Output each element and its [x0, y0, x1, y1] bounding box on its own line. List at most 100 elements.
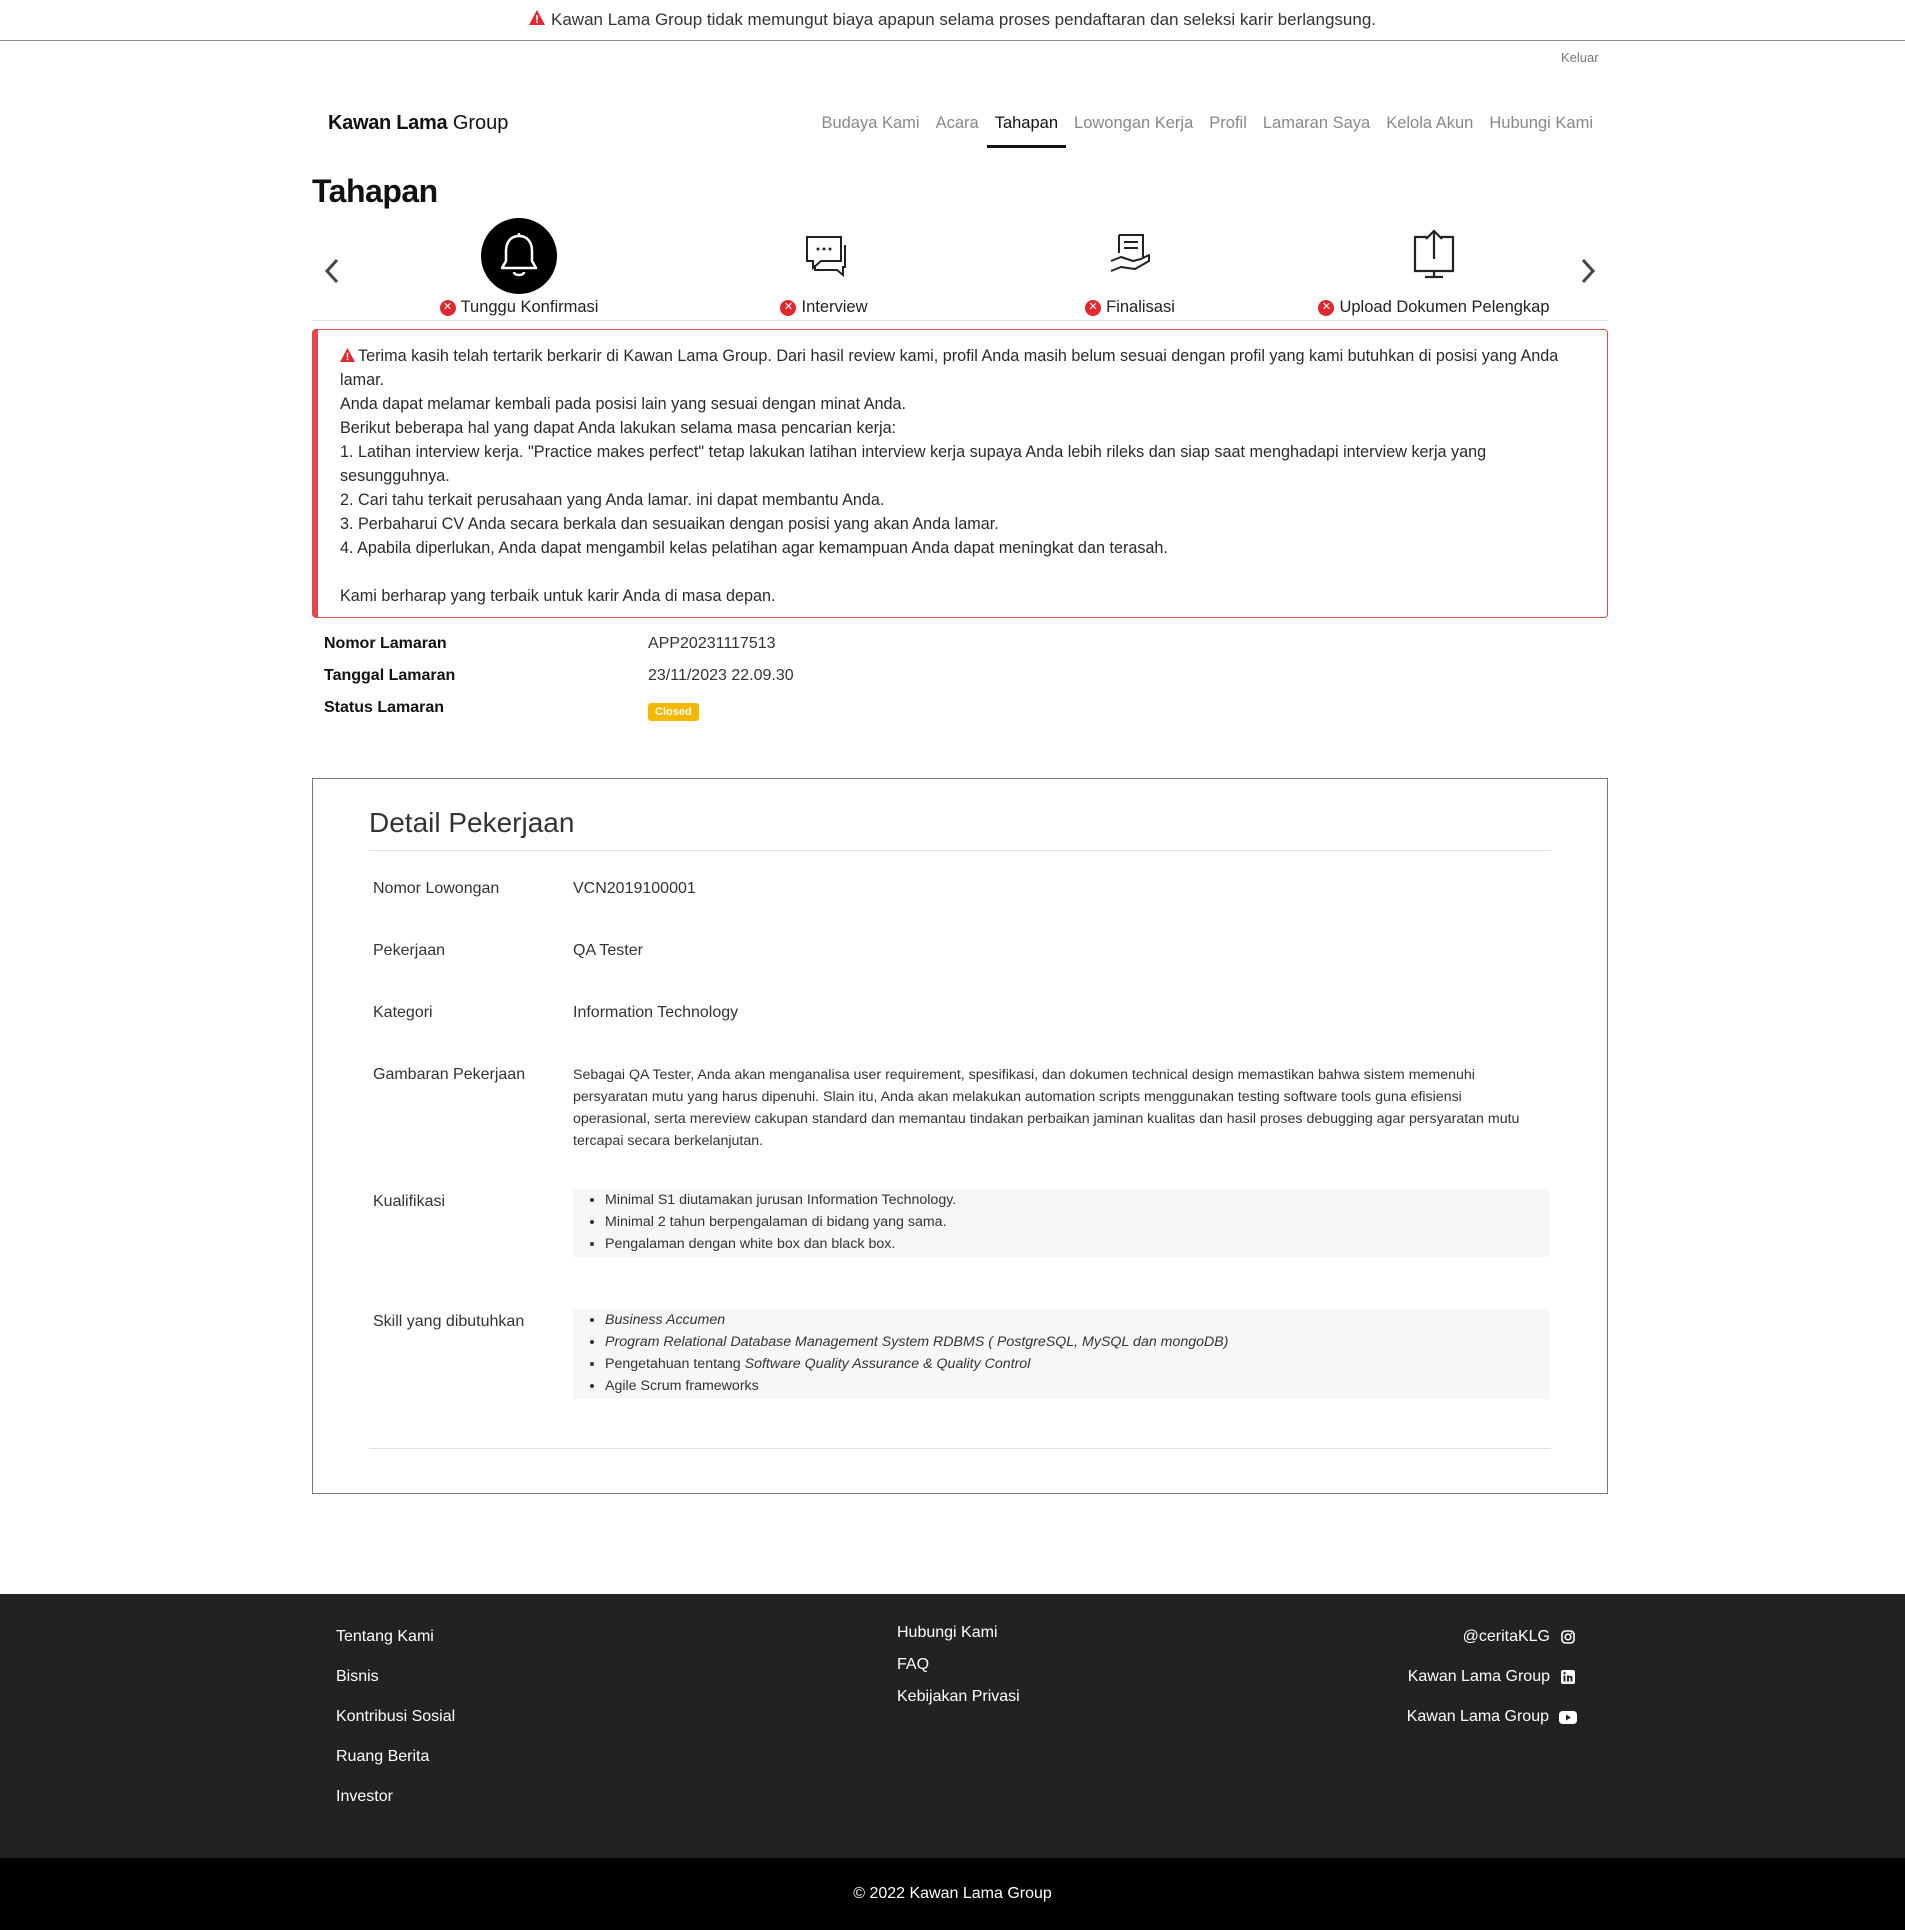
- skill-prefix: Pengetahuan tentang: [605, 1356, 745, 1372]
- divider: [369, 1448, 1551, 1449]
- social-label: Kawan Lama Group: [1406, 1708, 1549, 1725]
- warning-icon: [340, 347, 358, 365]
- footer-link-kontribusi-sosial[interactable]: Kontribusi Sosial: [336, 1708, 455, 1726]
- step-label: Upload Dokumen Pelengkap: [1339, 298, 1550, 316]
- step-upload-dokumen[interactable]: ✕ Upload Dokumen Pelengkap: [1284, 218, 1584, 317]
- footer-link-bisnis[interactable]: Bisnis: [336, 1668, 379, 1686]
- vacancy-label: Nomor Lowongan: [373, 880, 500, 897]
- step-interview[interactable]: ✕ Interview: [674, 218, 974, 317]
- top-notice-text: Kawan Lama Group tidak memungut biaya ap…: [551, 10, 1376, 29]
- copyright-text: © 2022 Kawan Lama Group: [853, 1885, 1052, 1902]
- list-item: Business Accumen: [605, 1309, 1549, 1331]
- job-detail-card: Detail Pekerjaan Nomor Lowongan VCN20191…: [312, 778, 1608, 1494]
- job-label: Pekerjaan: [373, 942, 446, 959]
- social-instagram[interactable]: @ceritaKLG: [1463, 1628, 1575, 1646]
- application-date-label: Tanggal Lamaran: [324, 667, 456, 684]
- carousel-prev-button[interactable]: [320, 256, 344, 286]
- description-value: Sebagai QA Tester, Anda akan menganalisa…: [573, 1067, 1520, 1149]
- social-youtube[interactable]: Kawan Lama Group: [1407, 1708, 1577, 1726]
- nav-tahapan[interactable]: Tahapan: [986, 112, 1067, 148]
- list-item: Minimal 2 tahun berpengalaman di bidang …: [605, 1211, 1549, 1233]
- skills-label: Skill yang dibutuhkan: [373, 1313, 525, 1330]
- chevron-left-icon: [324, 258, 339, 284]
- status-badge: Closed: [648, 703, 699, 721]
- document-hand-icon: [1107, 231, 1153, 282]
- detail-title: Detail Pekerjaan: [369, 807, 575, 838]
- footer-link-faq[interactable]: FAQ: [897, 1656, 929, 1674]
- step-label: Finalisasi: [1106, 298, 1175, 316]
- top-notice-bar: Kawan Lama Group tidak memungut biaya ap…: [0, 0, 1905, 41]
- step-finalisasi[interactable]: ✕ Finalisasi: [980, 218, 1280, 317]
- category-value: Information Technology: [573, 1004, 739, 1021]
- page-title: Tahapan: [312, 173, 438, 209]
- rejection-alert: Terima kasih telah tertarik berkarir di …: [312, 329, 1608, 618]
- error-icon: ✕: [780, 299, 797, 316]
- nav-lamaran-saya[interactable]: Lamaran Saya: [1255, 112, 1378, 148]
- social-linkedin[interactable]: Kawan Lama Group: [1408, 1668, 1575, 1686]
- alert-line-1: Terima kasih telah tertarik berkarir di …: [340, 344, 1587, 392]
- alert-line-2: Anda dapat melamar kembali pada posisi l…: [340, 395, 907, 413]
- nav-profil[interactable]: Profil: [1201, 112, 1255, 148]
- carousel-next-button[interactable]: [1576, 256, 1600, 286]
- instagram-icon: [1560, 1630, 1575, 1645]
- footer-link-hubungi-kami[interactable]: Hubungi Kami: [897, 1624, 998, 1642]
- alert-tip-3: 3. Perbaharui CV Anda secara berkala dan…: [340, 515, 999, 533]
- error-icon: ✕: [1318, 299, 1335, 316]
- error-icon: ✕: [439, 299, 456, 316]
- upload-icon: [1411, 228, 1457, 284]
- linkedin-icon: [1560, 1670, 1575, 1685]
- application-number-label: Nomor Lamaran: [324, 635, 447, 652]
- job-value: QA Tester: [573, 942, 643, 959]
- alert-tip-1: 1. Latihan interview kerja. "Practice ma…: [340, 443, 1487, 485]
- warning-icon: [529, 10, 545, 30]
- logout-link[interactable]: Keluar: [1561, 50, 1599, 65]
- vacancy-value: VCN2019100001: [573, 880, 696, 897]
- step-label: Tunggu Konfirmasi: [460, 298, 599, 316]
- alert-line-1-text: Terima kasih telah tertarik berkarir di …: [340, 347, 1559, 389]
- list-item: Agile Scrum frameworks: [605, 1375, 1549, 1397]
- nav-budaya-kami[interactable]: Budaya Kami: [813, 112, 927, 148]
- skill-text: Software Quality Assurance & Quality Con…: [744, 1356, 1031, 1372]
- logo-rest: Group: [447, 112, 509, 134]
- alert-tip-2: 2. Cari tahu terkait perusahaan yang And…: [340, 491, 885, 509]
- list-item: Pengetahuan tentang Software Quality Ass…: [605, 1353, 1549, 1375]
- list-item: Program Relational Database Management S…: [605, 1331, 1549, 1353]
- skills-list: Business Accumen Program Relational Data…: [573, 1309, 1549, 1399]
- qualification-label: Kualifikasi: [373, 1193, 446, 1210]
- application-status-label: Status Lamaran: [324, 699, 445, 716]
- alert-tip-4: 4. Apabila diperlukan, Anda dapat mengam…: [340, 539, 1168, 557]
- nav-kelola-akun[interactable]: Kelola Akun: [1378, 112, 1481, 148]
- youtube-icon: [1559, 1710, 1577, 1725]
- application-number: APP20231117513: [648, 635, 776, 652]
- chat-icon: [801, 231, 847, 282]
- steps-carousel: ✕ Tunggu Konfirmasi ✕ Interview ✕ Finalisas…: [312, 218, 1608, 321]
- application-info: Nomor Lamaran APP20231117513 Tanggal Lama…: [324, 635, 794, 731]
- nav-lowongan-kerja[interactable]: Lowongan Kerja: [1066, 112, 1201, 148]
- step-tunggu-konfirmasi[interactable]: ✕ Tunggu Konfirmasi: [369, 218, 669, 317]
- description-label: Gambaran Pekerjaan: [373, 1066, 526, 1083]
- skill-text: Program Relational Database Management S…: [605, 1334, 1229, 1350]
- skill-text: Business Accumen: [605, 1312, 726, 1328]
- social-label: Kawan Lama Group: [1407, 1668, 1550, 1685]
- copyright-bar: © 2022 Kawan Lama Group: [0, 1858, 1905, 1930]
- logo-bold: Kawan Lama: [328, 112, 448, 134]
- alert-line-3: Berikut beberapa hal yang dapat Anda lak…: [340, 419, 897, 437]
- divider: [369, 850, 1551, 851]
- footer-link-kebijakan-privasi[interactable]: Kebijakan Privasi: [897, 1688, 1020, 1706]
- footer-link-ruang-berita[interactable]: Ruang Berita: [336, 1748, 429, 1766]
- main-nav: Budaya Kami Acara Tahapan Lowongan Kerja…: [813, 112, 1601, 148]
- social-label: @ceritaKLG: [1462, 1628, 1550, 1645]
- nav-acara[interactable]: Acara: [928, 112, 987, 148]
- error-icon: ✕: [1085, 299, 1102, 316]
- alert-closing: Kami berharap yang terbaik untuk karir A…: [340, 587, 776, 605]
- application-date: 23/11/2023 22.09.30: [648, 667, 794, 684]
- footer-link-investor[interactable]: Investor: [336, 1788, 393, 1806]
- nav-hubungi-kami[interactable]: Hubungi Kami: [1481, 112, 1601, 148]
- list-item: Pengalaman dengan white box dan black bo…: [605, 1233, 1549, 1255]
- footer: Tentang Kami Bisnis Kontribusi Sosial Ru…: [0, 1594, 1905, 1858]
- footer-link-tentang-kami[interactable]: Tentang Kami: [336, 1628, 434, 1646]
- logo[interactable]: Kawan Lama Group: [328, 112, 508, 135]
- bell-icon: [481, 218, 557, 294]
- chevron-right-icon: [1581, 258, 1596, 284]
- step-label: Interview: [801, 298, 868, 316]
